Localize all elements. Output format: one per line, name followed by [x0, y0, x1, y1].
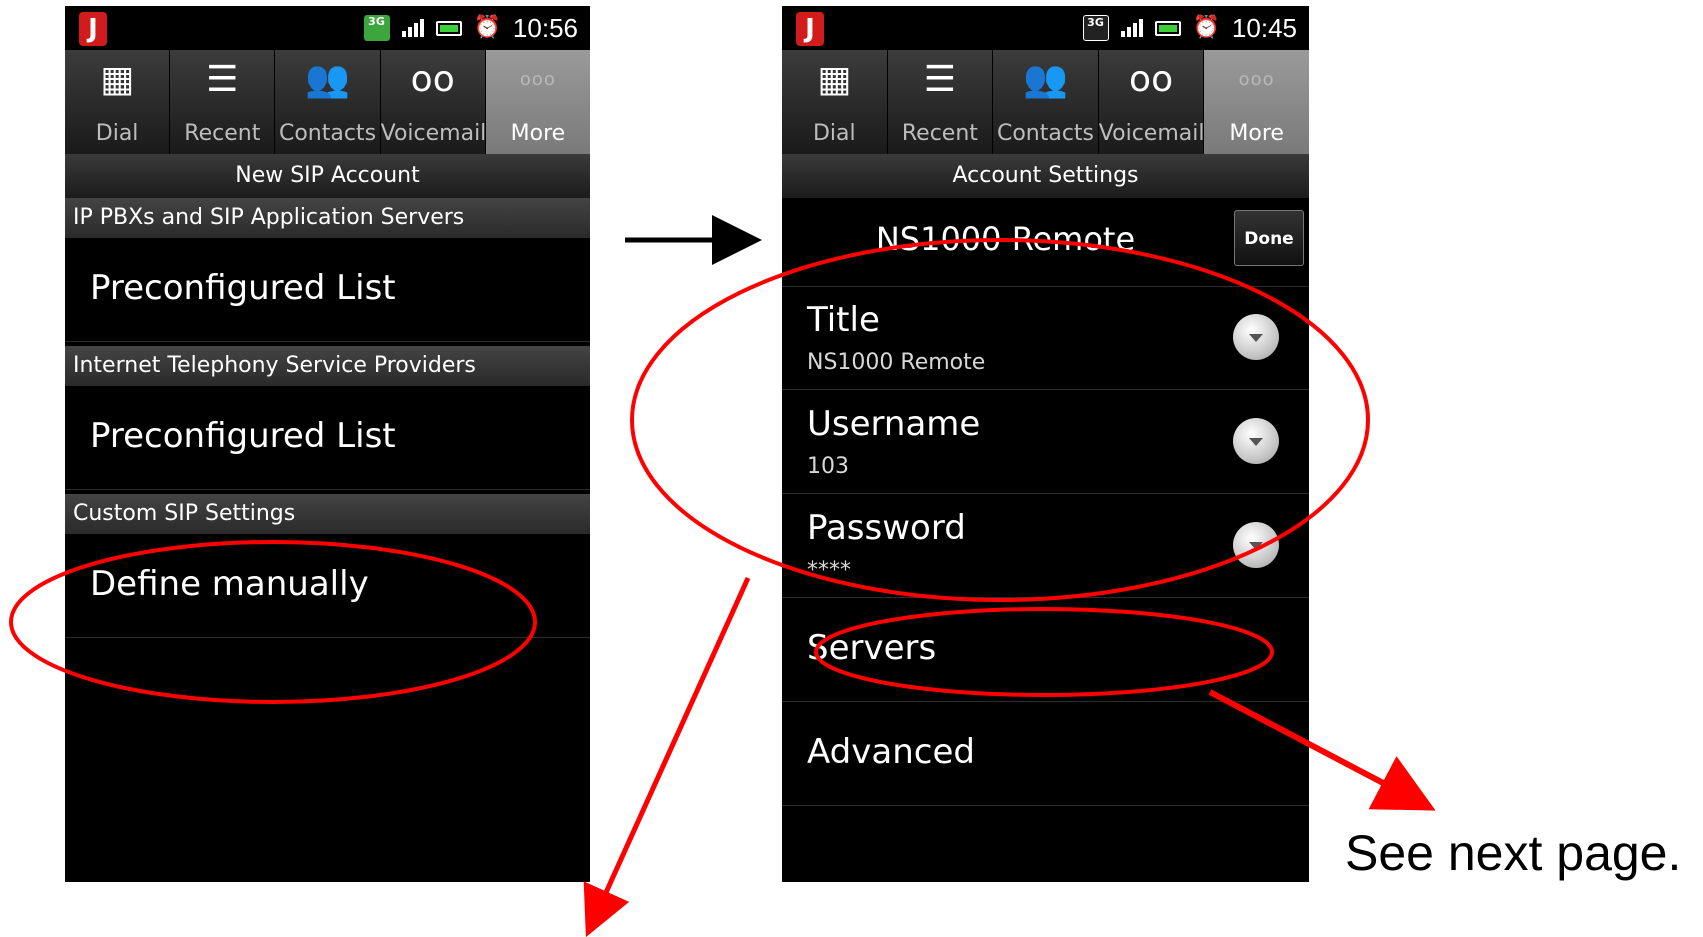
red-pointer-arrow-down — [583, 576, 751, 937]
highlight-servers — [814, 607, 1274, 697]
highlight-account-fields — [630, 238, 1370, 602]
annotation-note: See next page. — [1345, 825, 1682, 881]
annotation-overlay — [9, 215, 1436, 937]
red-pointer-arrow-servers — [1208, 689, 1436, 811]
highlight-define-manually — [9, 540, 537, 704]
